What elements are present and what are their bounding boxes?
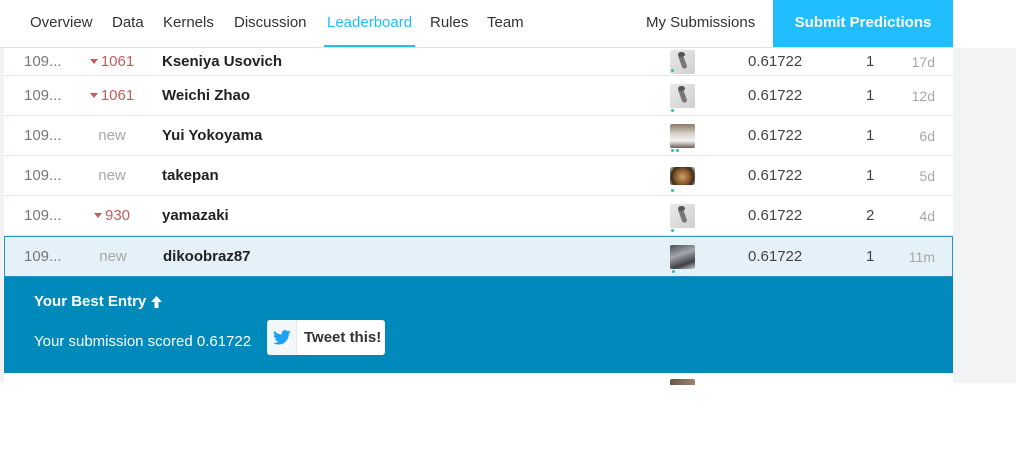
team-name[interactable]: dikoobraz87 xyxy=(163,237,251,276)
tab-leaderboard[interactable]: Leaderboard xyxy=(323,0,416,48)
tab-discussion[interactable]: Discussion xyxy=(234,0,307,48)
last-submission: 17d xyxy=(911,53,935,70)
down-arrow-icon xyxy=(93,213,102,218)
best-entry-message: Your submission scored 0.61722 xyxy=(34,333,252,350)
tab-team[interactable]: Team xyxy=(487,0,524,48)
tab-overview[interactable]: Overview xyxy=(30,0,93,48)
leaderboard-row[interactable]: 109... new takepan 0.61722 1 5d xyxy=(4,156,953,196)
rank-cell: 109... xyxy=(24,53,62,70)
best-entry-panel: Your Best Entry Your submission scored 0… xyxy=(4,277,953,373)
entries-count: 1 xyxy=(866,53,875,70)
entries-count: 1 xyxy=(866,127,875,144)
rank-change-value: 930 xyxy=(104,207,131,224)
last-submission: 11m xyxy=(908,248,935,265)
rank-change: new xyxy=(99,248,127,265)
best-entry-title: Your Best Entry xyxy=(34,293,147,310)
goose-avatar[interactable] xyxy=(670,83,695,108)
score: 0.61722 xyxy=(748,207,803,224)
tweet-button[interactable]: Tweet this! xyxy=(267,320,385,355)
leaderboard-table: 109... 1061 Kseniya Usovich 0.61722 1 17… xyxy=(4,48,953,373)
score: 0.61722 xyxy=(748,127,803,144)
team-name[interactable]: Weichi Zhao xyxy=(162,76,250,115)
rank-change: 1061 xyxy=(88,48,136,75)
best-entry-heading: Your Best Entry xyxy=(34,293,163,310)
score: 0.61722 xyxy=(748,53,803,70)
rank-cell: 109... xyxy=(24,127,62,144)
member-dots xyxy=(671,109,674,112)
rank-change: 930 xyxy=(88,196,136,235)
member-dots xyxy=(671,189,674,192)
food-avatar[interactable] xyxy=(670,166,695,185)
entries-count: 2 xyxy=(866,207,875,224)
score: 0.61722 xyxy=(748,87,803,104)
last-submission: 6d xyxy=(919,127,935,144)
arrow-up-icon xyxy=(151,295,163,308)
team-name[interactable]: yamazaki xyxy=(162,196,229,235)
team-name[interactable]: Yui Yokoyama xyxy=(162,116,262,155)
next-row-avatar xyxy=(670,379,695,385)
member-dots xyxy=(671,229,674,232)
leaderboard-row[interactable]: 109... 1061 Weichi Zhao 0.61722 1 12d xyxy=(4,76,953,116)
rank-cell: 109... xyxy=(24,248,62,265)
team-name[interactable]: takepan xyxy=(162,156,219,195)
competition-nav: Overview Data Kernels Discussion Leaderb… xyxy=(0,0,1016,48)
tab-data[interactable]: Data xyxy=(112,0,144,48)
rank-change: 1061 xyxy=(88,76,136,115)
photo-avatar[interactable] xyxy=(670,244,695,269)
submit-predictions-button[interactable]: Submit Predictions xyxy=(773,0,953,47)
rank-change: new xyxy=(98,167,126,184)
my-submissions-link[interactable]: My Submissions xyxy=(646,0,755,48)
entries-count: 1 xyxy=(866,248,875,265)
rank-cell: 109... xyxy=(24,207,62,224)
page-gutter xyxy=(953,48,1016,383)
goose-avatar[interactable] xyxy=(670,203,695,228)
rank-change: new xyxy=(98,127,126,144)
last-submission: 5d xyxy=(919,167,935,184)
tweet-button-label: Tweet this! xyxy=(304,329,382,346)
leaderboard-row[interactable]: 109... 1061 Kseniya Usovich 0.61722 1 17… xyxy=(4,48,953,76)
rank-change-value: 1061 xyxy=(100,53,135,70)
tab-rules[interactable]: Rules xyxy=(430,0,468,48)
team-name[interactable]: Kseniya Usovich xyxy=(162,48,282,75)
tab-kernels[interactable]: Kernels xyxy=(163,0,214,48)
my-leaderboard-row[interactable]: 109... new dikoobraz87 0.61722 1 11m xyxy=(4,236,953,277)
entries-count: 1 xyxy=(866,167,875,184)
member-dots xyxy=(672,270,675,273)
entries-count: 1 xyxy=(866,87,875,104)
score: 0.61722 xyxy=(748,167,803,184)
member-dots xyxy=(671,149,679,152)
rank-cell: 109... xyxy=(24,167,62,184)
score: 0.61722 xyxy=(748,248,803,265)
leaderboard-row[interactable]: 109... new Yui Yokoyama 0.61722 1 6d xyxy=(4,116,953,156)
member-dots xyxy=(671,69,674,72)
photo-avatar[interactable] xyxy=(670,123,695,148)
last-submission: 12d xyxy=(911,87,935,104)
rank-change-value: 1061 xyxy=(100,87,135,104)
last-submission: 4d xyxy=(919,207,935,224)
rank-cell: 109... xyxy=(24,87,62,104)
leaderboard-row[interactable]: 109... 930 yamazaki 0.61722 2 4d xyxy=(4,196,953,236)
down-arrow-icon xyxy=(89,59,98,64)
twitter-icon xyxy=(267,320,297,355)
down-arrow-icon xyxy=(89,93,98,98)
